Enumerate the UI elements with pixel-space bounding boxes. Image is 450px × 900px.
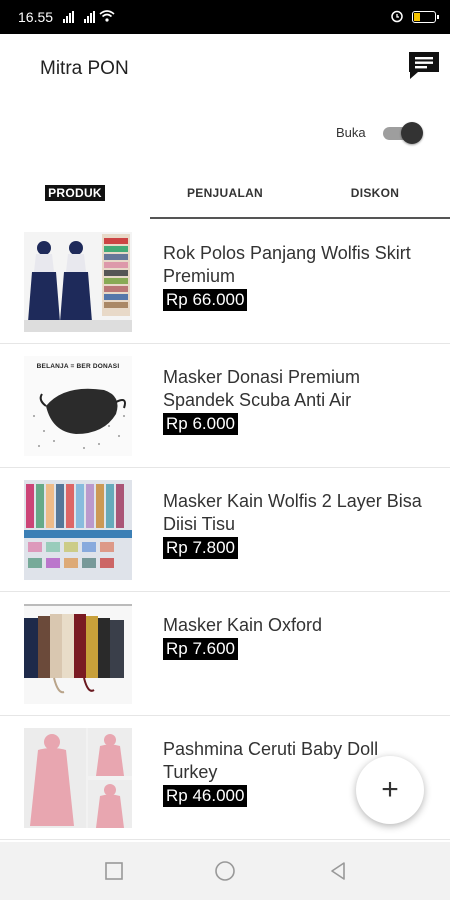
signal-icon-2 bbox=[84, 11, 96, 23]
status-left: 16.55 bbox=[18, 9, 115, 25]
status-right bbox=[390, 9, 439, 26]
product-price: Rp 66.000 bbox=[163, 289, 248, 311]
product-name: Masker Kain Wolfis 2 Layer Bisa Diisi Ti… bbox=[163, 491, 422, 534]
store-status-label: Buka bbox=[336, 125, 366, 140]
tab-penjualan-label: PENJUALAN bbox=[186, 186, 264, 200]
product-list[interactable]: Rok Polos Panjang Wolfis Skirt Premium R… bbox=[0, 220, 450, 840]
signal-icon bbox=[63, 11, 75, 23]
product-price: Rp 7.600 bbox=[163, 638, 238, 660]
product-item[interactable]: BELANJA = BER DONASI Masker Donasi Premi… bbox=[0, 344, 450, 468]
chat-button[interactable] bbox=[406, 49, 442, 83]
product-name: Masker Donasi Premium Spandek Scuba Anti… bbox=[163, 367, 361, 410]
alarm-icon bbox=[390, 9, 404, 26]
tab-produk[interactable]: PRODUK bbox=[0, 168, 150, 218]
tab-penjualan[interactable]: PENJUALAN bbox=[150, 168, 300, 218]
product-info: Masker Kain Wolfis 2 Layer Bisa Diisi Ti… bbox=[163, 490, 433, 559]
product-image: BELANJA = BER DONASI bbox=[24, 356, 132, 456]
product-info: Masker Kain Oxford Rp 7.600 bbox=[163, 614, 433, 660]
product-name: Rok Polos Panjang Wolfis Skirt Premium bbox=[163, 243, 411, 286]
store-status-row: Buka bbox=[0, 115, 450, 151]
product-image bbox=[24, 232, 132, 332]
product-price: Rp 6.000 bbox=[163, 413, 238, 435]
tab-indicator bbox=[150, 217, 450, 219]
navigation-bar bbox=[0, 842, 450, 900]
product-item[interactable]: Masker Kain Oxford Rp 7.600 bbox=[0, 592, 450, 716]
product-image bbox=[24, 480, 132, 580]
product-info: Masker Donasi Premium Spandek Scuba Anti… bbox=[163, 366, 433, 435]
tab-diskon[interactable]: DISKON bbox=[300, 168, 450, 218]
tab-diskon-label: DISKON bbox=[350, 186, 400, 200]
product-price: Rp 46.000 bbox=[163, 785, 248, 807]
home-button[interactable] bbox=[214, 860, 236, 882]
product-item[interactable]: Masker Kain Wolfis 2 Layer Bisa Diisi Ti… bbox=[0, 468, 450, 592]
product-image bbox=[24, 728, 132, 828]
tab-bar: PRODUK PENJUALAN DISKON bbox=[0, 168, 450, 220]
store-open-toggle[interactable] bbox=[383, 122, 423, 144]
battery-icon bbox=[412, 11, 439, 23]
recent-apps-button[interactable] bbox=[103, 860, 125, 882]
product-name: Masker Kain Oxford bbox=[163, 615, 323, 635]
product-image bbox=[24, 604, 132, 704]
tab-produk-label: PRODUK bbox=[45, 185, 105, 201]
product-info: Rok Polos Panjang Wolfis Skirt Premium R… bbox=[163, 242, 433, 311]
store-title: Mitra PON bbox=[40, 58, 129, 79]
back-triangle-icon bbox=[331, 862, 345, 880]
product-image-caption: BELANJA = BER DONASI bbox=[36, 363, 120, 370]
chat-icon bbox=[409, 52, 439, 79]
app-bar: Mitra PON bbox=[0, 34, 450, 106]
status-bar: 16.55 bbox=[0, 0, 450, 34]
back-button[interactable] bbox=[327, 860, 349, 882]
product-price: Rp 7.800 bbox=[163, 537, 238, 559]
toggle-knob bbox=[401, 122, 423, 144]
wifi-icon bbox=[99, 9, 115, 25]
status-time: 16.55 bbox=[18, 9, 54, 25]
add-product-button[interactable]: + bbox=[356, 756, 424, 824]
square-icon bbox=[105, 862, 123, 880]
product-item[interactable]: Rok Polos Panjang Wolfis Skirt Premium R… bbox=[0, 220, 450, 344]
circle-icon bbox=[215, 861, 235, 881]
plus-icon: + bbox=[381, 773, 399, 806]
